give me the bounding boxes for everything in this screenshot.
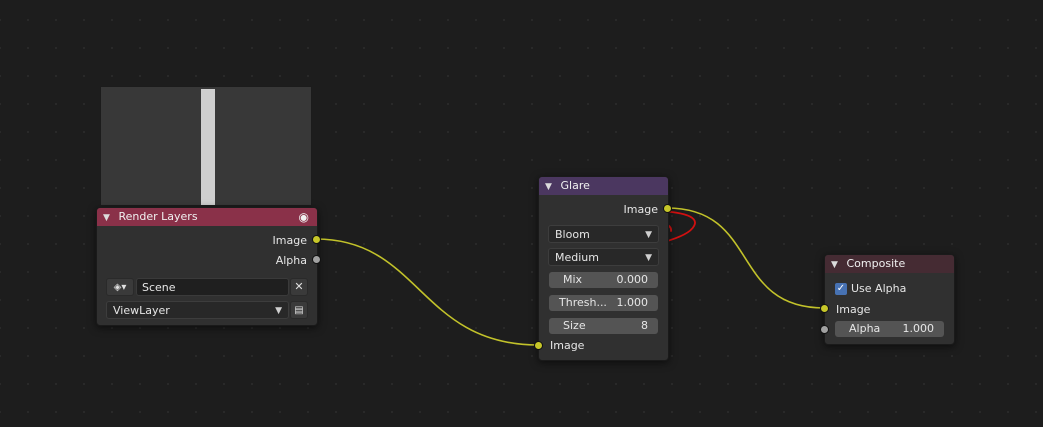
close-icon: ✕ [294,280,304,293]
size-value: 8 [641,319,648,332]
collapse-chevron-icon[interactable]: ▼ [545,178,557,196]
scene-icon: ◈▾ [113,282,127,293]
glare-type-dropdown[interactable]: Bloom ▼ [548,225,659,243]
scene-field[interactable]: Scene [136,278,289,296]
view-layer-dropdown[interactable]: ViewLayer ▼ [106,301,289,319]
scene-selector-button[interactable]: ◈▾ [106,278,134,296]
glare-output-image-label: Image [623,203,658,216]
glare-image-output-socket[interactable] [663,204,672,213]
glare-input-image-label: Image [550,339,585,352]
render-preview [100,86,312,206]
link-render-to-glare [315,238,539,346]
link-glare-to-composite [666,207,825,309]
chevron-down-icon: ▼ [645,253,652,263]
output-alpha-label: Alpha [275,254,307,267]
render-layers-node[interactable]: ▼ Render Layers ◉ Image Alpha ◈▾ Scene ✕… [96,207,318,326]
threshold-value: 1.000 [616,296,649,309]
glare-title: Glare [560,179,590,192]
use-alpha-checkbox[interactable]: ✓ [835,283,847,295]
composite-alpha-value: 1.000 [902,322,935,335]
chevron-down-icon: ▼ [275,306,282,316]
preview-light-strip [201,89,215,205]
eye-icon[interactable]: ◉ [299,208,309,226]
size-label: Size [563,319,586,332]
output-image-label: Image [272,234,307,247]
glare-quality-value: Medium [555,251,599,264]
glare-type-value: Bloom [555,228,590,241]
mix-label: Mix [563,273,583,286]
use-alpha-label: Use Alpha [851,282,907,295]
composite-title: Composite [846,257,906,270]
render-alpha-output-socket[interactable] [312,255,321,264]
clear-scene-button[interactable]: ✕ [290,278,308,296]
mix-field[interactable]: Mix 0.000 [549,272,658,288]
render-image-output-socket[interactable] [312,235,321,244]
scene-value: Scene [142,281,176,294]
threshold-label: Thresh... [559,296,607,309]
composite-header[interactable]: ▼ Composite [825,255,954,273]
size-field[interactable]: Size 8 [549,318,658,334]
collapse-chevron-icon[interactable]: ▼ [831,256,843,274]
composite-image-input-socket[interactable] [820,304,829,313]
render-layer-button[interactable]: ▤ [290,301,308,319]
render-layers-title: Render Layers [118,210,198,223]
mix-value: 0.000 [616,273,649,286]
chevron-down-icon: ▼ [645,230,652,240]
glare-quality-dropdown[interactable]: Medium ▼ [548,248,659,266]
collapse-chevron-icon[interactable]: ▼ [103,209,115,227]
glare-image-input-socket[interactable] [534,341,543,350]
composite-alpha-input-socket[interactable] [820,325,829,334]
composite-node[interactable]: ▼ Composite ✓ Use Alpha Image Alpha 1.00… [824,254,955,345]
composite-input-image-label: Image [836,303,871,316]
composite-alpha-label: Alpha [849,322,881,335]
glare-header[interactable]: ▼ Glare [539,177,668,195]
threshold-field[interactable]: Thresh... 1.000 [549,295,658,311]
glare-node[interactable]: ▼ Glare Image Bloom ▼ Medium ▼ Mix 0.000… [538,176,669,361]
render-icon: ▤ [294,305,304,316]
render-layers-header[interactable]: ▼ Render Layers ◉ [97,208,317,226]
view-layer-value: ViewLayer [113,304,170,317]
composite-alpha-field[interactable]: Alpha 1.000 [835,321,944,337]
